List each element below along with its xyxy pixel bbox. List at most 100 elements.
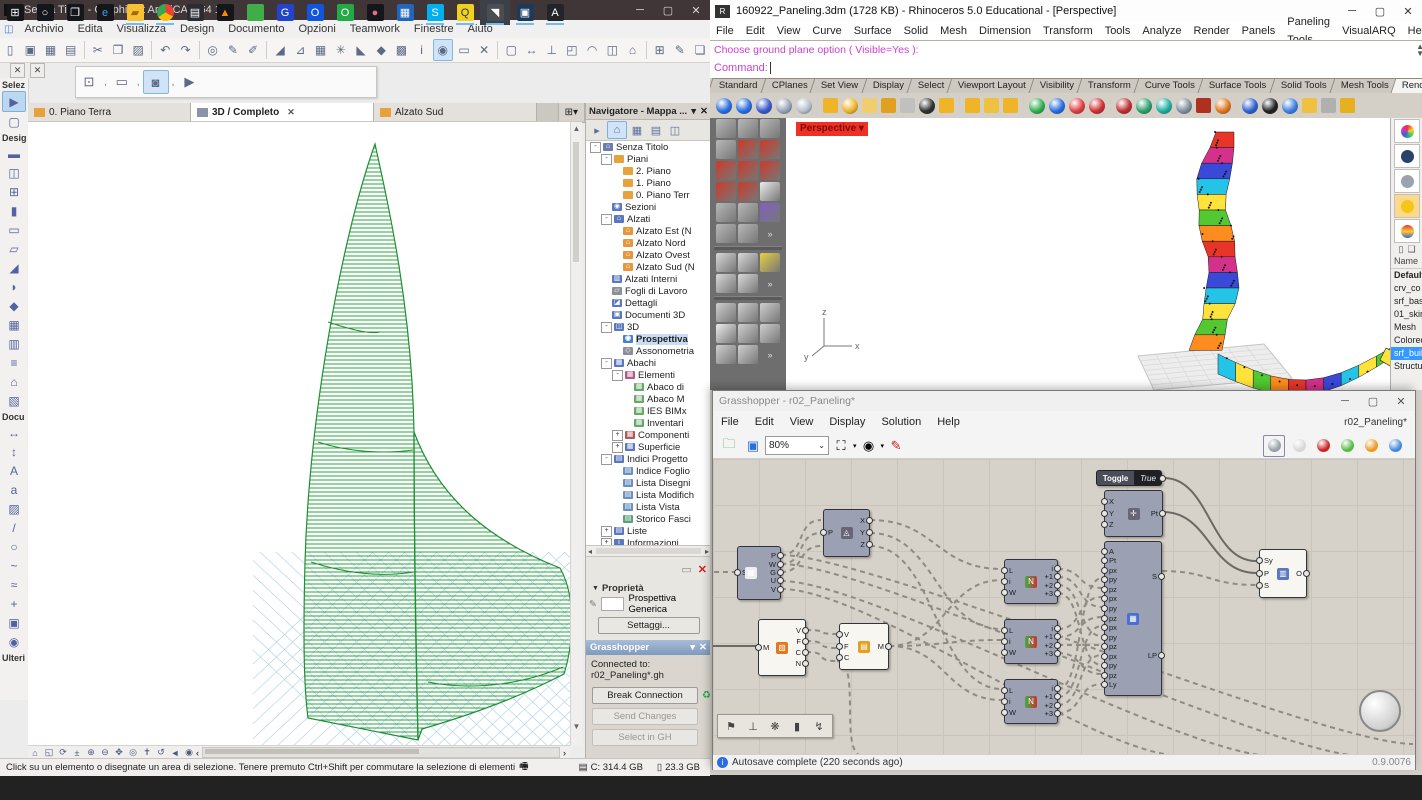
gravity-icon[interactable]: ✳	[332, 40, 350, 60]
toolbar-tab-viewport-layout[interactable]: Viewport Layout	[947, 78, 1038, 93]
paneling-tool-icon[interactable]: »	[760, 274, 780, 293]
material-ball-icon[interactable]	[1029, 98, 1045, 114]
rhino-close-button[interactable]: ✕	[1394, 5, 1422, 18]
edge-icon[interactable]: e	[90, 0, 120, 25]
tree-item-3d[interactable]: -◫3D	[586, 321, 711, 333]
view-map-icon[interactable]: ▦	[628, 122, 646, 138]
gh-minimize-button[interactable]: ─	[1331, 395, 1359, 408]
preview-dropdown-icon[interactable]: ▾	[881, 442, 885, 450]
gh-menu-solution[interactable]: Solution	[873, 411, 929, 433]
gem-icon[interactable]	[1156, 98, 1172, 114]
rect-selection-icon[interactable]: ▭	[110, 71, 134, 93]
gh-component-sgrid[interactable]: SPWGUV▦	[737, 546, 781, 600]
gh-menu-view[interactable]: View	[782, 411, 822, 433]
paneling-tool-icon[interactable]	[716, 324, 736, 343]
preview-eye-icon[interactable]: ◉	[859, 436, 879, 456]
undo-icon[interactable]: ↶	[156, 40, 174, 60]
moon-icon[interactable]	[1176, 98, 1192, 114]
flag2-icon[interactable]	[965, 98, 980, 113]
split-icon[interactable]: ◆	[372, 40, 390, 60]
paneling-tool-icon[interactable]	[760, 161, 780, 180]
app-blue-g-icon[interactable]: G	[270, 0, 300, 25]
group-icon[interactable]: ▩	[392, 40, 410, 60]
door-tool-icon[interactable]: ◫	[3, 163, 25, 182]
spotlight-icon[interactable]	[823, 98, 838, 113]
stair-tool-icon[interactable]: ≡	[3, 353, 25, 372]
app-green-o-icon[interactable]: O	[330, 0, 360, 25]
rhino-menu-help[interactable]: Help	[1402, 22, 1422, 40]
env-ball-icon[interactable]	[1049, 98, 1065, 114]
tab-close-icon[interactable]: ✕	[287, 107, 295, 118]
rhino-menu-analyze[interactable]: Analyze	[1136, 22, 1187, 40]
tree-item-storico-fasci[interactable]: ▤Storico Fasci	[586, 513, 711, 525]
paneling-tool-icon[interactable]: »	[760, 345, 780, 364]
zoom-out-icon[interactable]: ⊖	[98, 747, 112, 758]
layer-row-01_skin[interactable]: 01_skin	[1391, 308, 1422, 321]
skype-icon[interactable]: S	[420, 0, 450, 25]
palette-tool-icon[interactable]: ❋	[766, 717, 784, 735]
tree-item-piani[interactable]: -Piani	[586, 153, 711, 165]
paneling-tool-icon[interactable]	[738, 324, 758, 343]
rhino-menu-render[interactable]: Render	[1188, 22, 1236, 40]
paneling-tool-icon[interactable]	[738, 140, 758, 159]
window-tool-icon[interactable]: ⊞	[3, 182, 25, 201]
paneling-tool-icon[interactable]	[738, 119, 758, 138]
tree-expander-icon[interactable]: -	[601, 358, 612, 369]
pan-icon[interactable]: ✥	[112, 747, 126, 758]
vlc-icon[interactable]: ▲	[210, 0, 240, 25]
toolbar-tab-solid-tools[interactable]: Solid Tools	[1269, 78, 1338, 93]
rhino-icon[interactable]: ◥	[480, 0, 510, 25]
rhino-menu-view[interactable]: View	[771, 22, 807, 40]
pin-tool-icon[interactable]: ⊥	[744, 717, 762, 735]
app-pink-icon[interactable]: ●	[360, 0, 390, 25]
paneling-tool-icon[interactable]	[716, 203, 736, 222]
preview-off-icon[interactable]	[1313, 436, 1333, 456]
find-select-icon[interactable]: ◎	[204, 40, 222, 60]
gh-component-xyz[interactable]: PXYZ◬	[823, 509, 870, 557]
orbit-icon[interactable]: ◠	[583, 40, 601, 60]
trim-icon[interactable]: ◣	[352, 40, 370, 60]
paneling-tool-icon[interactable]	[716, 182, 736, 201]
paneling-tool-icon[interactable]	[716, 224, 736, 243]
break-connection-button[interactable]: Break Connection	[592, 687, 698, 704]
tree-item-alzato-ovest[interactable]: ⌂Alzato Ovest	[586, 249, 711, 261]
tree-item-indice-foglio[interactable]: ▤Indice Foglio	[586, 465, 711, 477]
tree-expander-icon[interactable]: +	[612, 442, 623, 453]
polyline-tool-icon[interactable]: ~	[3, 556, 25, 575]
tree-item-lista-modifich[interactable]: ▤Lista Modifich	[586, 489, 711, 501]
text-tool-icon[interactable]: A	[3, 461, 25, 480]
tree-item-alzato-est-n[interactable]: ⌂Alzato Est (N	[586, 225, 711, 237]
tree-item-alzati[interactable]: -⌂Alzati	[586, 213, 711, 225]
rhino-menu-curve[interactable]: Curve	[806, 22, 847, 40]
dimension-tool-icon[interactable]: ↔	[3, 423, 25, 442]
app-green-icon[interactable]	[240, 0, 270, 25]
tree-item-inventari[interactable]: ▦Inventari	[586, 417, 711, 429]
paneling-tool-icon[interactable]: »	[760, 224, 780, 243]
paneling-tool-icon[interactable]	[738, 345, 758, 364]
beam-tool-icon[interactable]: ▭	[3, 220, 25, 239]
rhino-menu-solid[interactable]: Solid	[898, 22, 934, 40]
new-layer-icon[interactable]: ▯	[1398, 244, 1403, 255]
rotate-icon[interactable]: ◉	[433, 39, 453, 61]
navigator-menu-icon[interactable]: ▾	[691, 106, 696, 117]
tree-item-abachi[interactable]: -▦Abachi	[586, 357, 711, 369]
paneling-tool-icon[interactable]	[760, 303, 780, 322]
flag3-icon[interactable]	[984, 98, 999, 113]
pencil-icon[interactable]	[900, 98, 915, 113]
fill-tool-icon[interactable]: ▨	[3, 499, 25, 518]
chrome-icon[interactable]	[150, 0, 180, 25]
paneling-tool-icon[interactable]	[716, 119, 736, 138]
blackball-icon[interactable]	[919, 98, 935, 114]
mesh-tool-icon[interactable]: ▦	[3, 315, 25, 334]
print-icon[interactable]: ▤	[62, 40, 80, 60]
measure-icon[interactable]: ↔	[522, 40, 540, 60]
archicad-icon[interactable]: A	[540, 0, 570, 25]
paneling-tool-icon[interactable]	[738, 303, 758, 322]
rhino-menu-dimension[interactable]: Dimension	[973, 22, 1037, 40]
camera-icon[interactable]: ◫	[603, 40, 621, 60]
shell-tool-icon[interactable]: ◗	[3, 277, 25, 296]
prev-zoom-icon[interactable]: ◄	[168, 747, 182, 758]
layers-tab-icon[interactable]	[1394, 219, 1420, 243]
roof-tool-icon[interactable]: ◢	[3, 258, 25, 277]
spline-tool-icon[interactable]: ≈	[3, 575, 25, 594]
